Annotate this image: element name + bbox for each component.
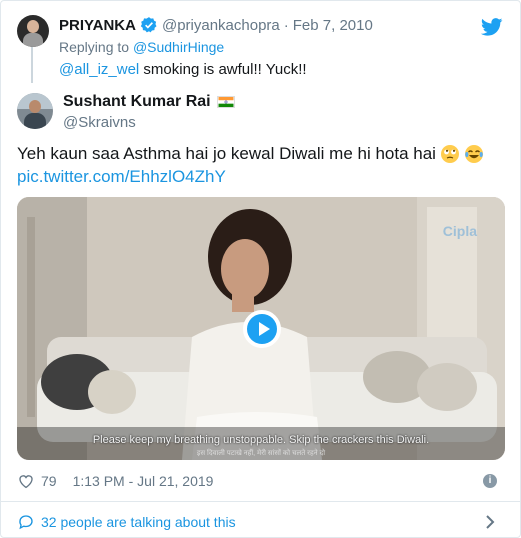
heart-icon[interactable] xyxy=(17,472,35,490)
speech-bubble-icon xyxy=(19,515,33,530)
parent-author-name[interactable]: PRIYANKA xyxy=(59,17,136,34)
conversation-link[interactable]: 32 people are talking about this xyxy=(17,512,236,532)
tweet-text: Yeh kaun saa Asthma hai jo kewal Diwali … xyxy=(17,144,484,164)
parent-avatar[interactable] xyxy=(17,15,49,47)
tweet-embed-card: PRIYANKA @priyankachopra · Feb 7, 2010 R… xyxy=(0,0,521,538)
laughing-crying-emoji-icon xyxy=(464,145,483,163)
author-avatar[interactable] xyxy=(17,93,53,129)
chevron-right-icon[interactable] xyxy=(483,514,497,530)
footer-divider xyxy=(1,501,520,502)
thread-connector xyxy=(31,41,33,83)
like-count[interactable]: 79 xyxy=(41,473,57,489)
author-handle[interactable]: @Skraivns xyxy=(63,114,136,131)
parent-header: PRIYANKA @priyankachopra · Feb 7, 2010 xyxy=(59,15,373,35)
author-name-row[interactable]: Sushant Kumar Rai xyxy=(63,93,235,111)
tweet-body: Yeh kaun saa Asthma hai jo kewal Diwali … xyxy=(17,144,436,163)
replying-to-label: Replying to xyxy=(59,39,133,55)
parent-tweet-text: @all_iz_wel smoking is awful!! Yuck!! xyxy=(59,61,307,78)
twitter-logo-icon[interactable] xyxy=(481,18,503,36)
separator-dot: · xyxy=(283,16,289,34)
play-button[interactable] xyxy=(243,310,281,348)
parent-tweet[interactable]: PRIYANKA @priyankachopra · Feb 7, 2010 R… xyxy=(1,1,520,83)
play-icon xyxy=(247,314,277,344)
parent-tweet-body: smoking is awful!! Yuck!! xyxy=(139,61,307,78)
conversation-count-label[interactable]: 32 people are talking about this xyxy=(41,514,236,530)
video-brand-watermark: Cipla xyxy=(442,223,477,239)
video-subtitle-hindi: इस दिवाली पटाखे नहीं, मेरी सांसों को चलत… xyxy=(196,450,326,457)
tweet-meta: 79 1:13 PM - Jul 21, 2019 xyxy=(17,471,213,491)
author-name[interactable]: Sushant Kumar Rai xyxy=(63,93,211,111)
india-flag-icon xyxy=(216,96,235,108)
video-subtitle: Please keep my breathing unstoppable. Sk… xyxy=(92,434,430,446)
video-player[interactable]: Cipla Please keep my breathing unstoppab… xyxy=(17,197,505,460)
tweet-media-link[interactable]: pic.twitter.com/EhhzlO4ZhY xyxy=(17,167,226,187)
tweet-mention[interactable]: @all_iz_wel xyxy=(59,61,139,78)
replying-to-mention[interactable]: @SudhirHinge xyxy=(133,39,224,55)
parent-date[interactable]: Feb 7, 2010 xyxy=(293,17,373,34)
verified-badge-icon xyxy=(140,17,157,33)
tweet-timestamp[interactable]: 1:13 PM - Jul 21, 2019 xyxy=(73,473,214,489)
info-icon[interactable]: i xyxy=(483,474,497,488)
replying-to-line: Replying to @SudhirHinge xyxy=(59,39,224,55)
parent-author-handle[interactable]: @priyankachopra xyxy=(162,17,280,34)
rolling-eyes-emoji-icon xyxy=(440,145,459,163)
